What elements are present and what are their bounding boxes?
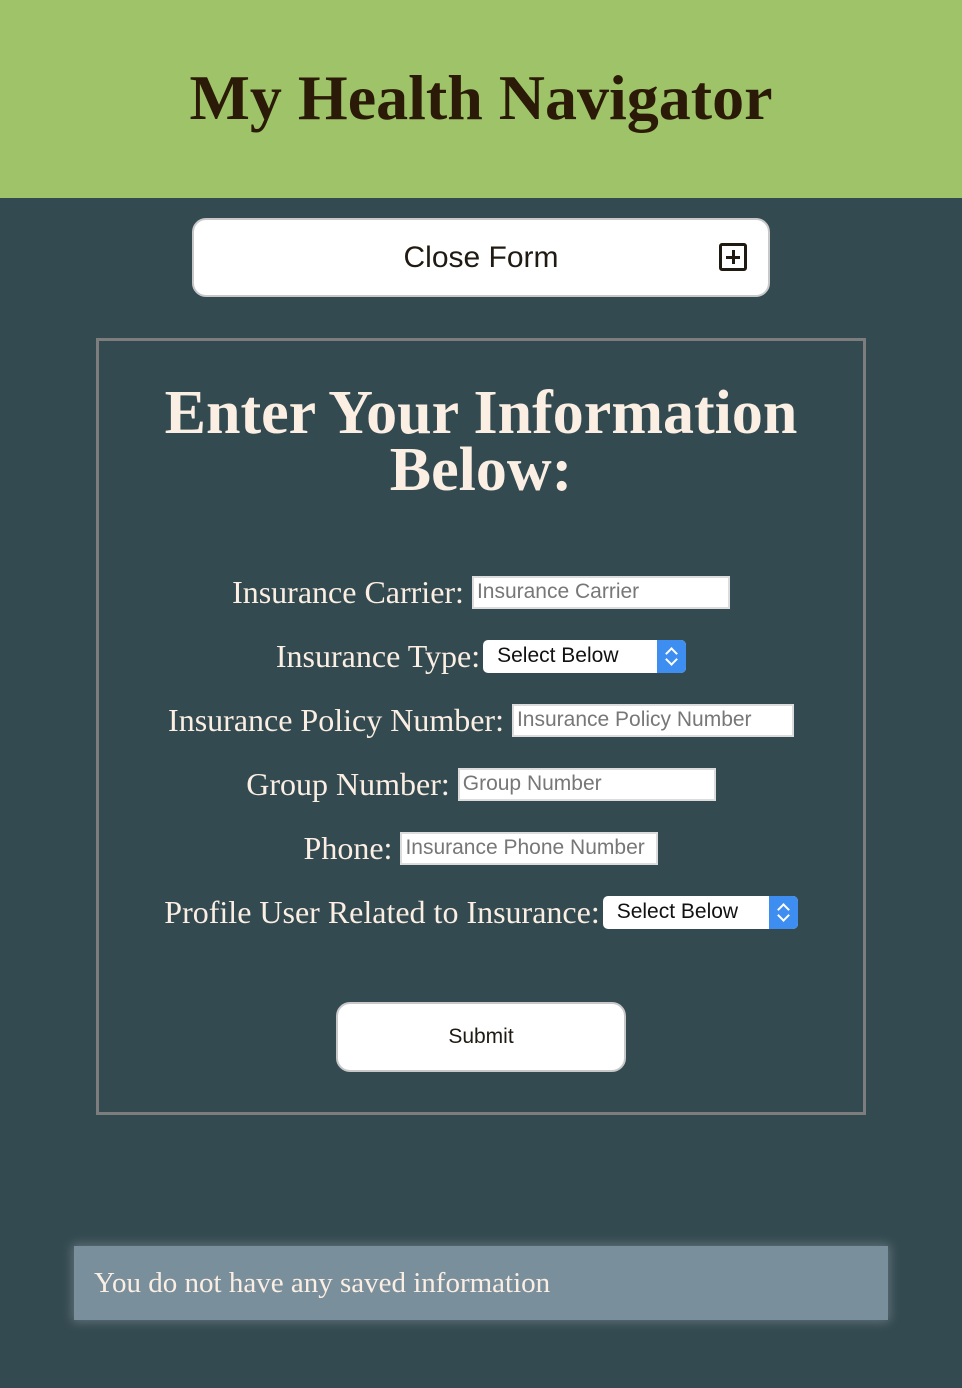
carrier-row: Insurance Carrier:: [99, 573, 863, 610]
profile-user-select[interactable]: Select Below: [602, 895, 798, 929]
profile-user-row: Profile User Related to Insurance: Selec…: [99, 893, 863, 930]
app-title: My Health Navigator: [189, 61, 773, 133]
type-row: Insurance Type: Select Below: [99, 637, 863, 674]
insurance-form: Enter Your Information Below: Insurance …: [96, 338, 866, 1115]
chevron-updown-icon: [768, 895, 798, 929]
policy-label: Insurance Policy Number:: [168, 701, 504, 738]
close-form-button[interactable]: Close Form: [192, 218, 770, 297]
chevron-updown-icon: [657, 639, 687, 673]
app-header: My Health Navigator: [0, 0, 962, 198]
group-label: Group Number:: [246, 765, 450, 802]
policy-number-input[interactable]: [511, 703, 794, 737]
policy-row: Insurance Policy Number:: [99, 701, 863, 738]
phone-row: Phone:: [99, 829, 863, 866]
insurance-type-value: Select Below: [497, 644, 619, 667]
group-row: Group Number:: [99, 765, 863, 802]
submit-button[interactable]: Submit: [336, 1002, 626, 1072]
plus-square-icon: [719, 243, 747, 271]
insurance-type-select[interactable]: Select Below: [483, 639, 687, 673]
type-label: Insurance Type:: [275, 637, 481, 674]
carrier-label: Insurance Carrier:: [232, 573, 464, 610]
phone-input[interactable]: [400, 831, 659, 865]
saved-info-notice: You do not have any saved information: [74, 1246, 888, 1320]
profile-user-label: Profile User Related to Insurance:: [164, 893, 600, 930]
carrier-input[interactable]: [471, 575, 730, 609]
phone-label: Phone:: [303, 829, 393, 866]
close-form-label: Close Form: [403, 240, 559, 274]
form-title: Enter Your Information Below:: [164, 379, 798, 504]
group-number-input[interactable]: [457, 767, 716, 801]
profile-user-value: Select Below: [616, 900, 739, 923]
